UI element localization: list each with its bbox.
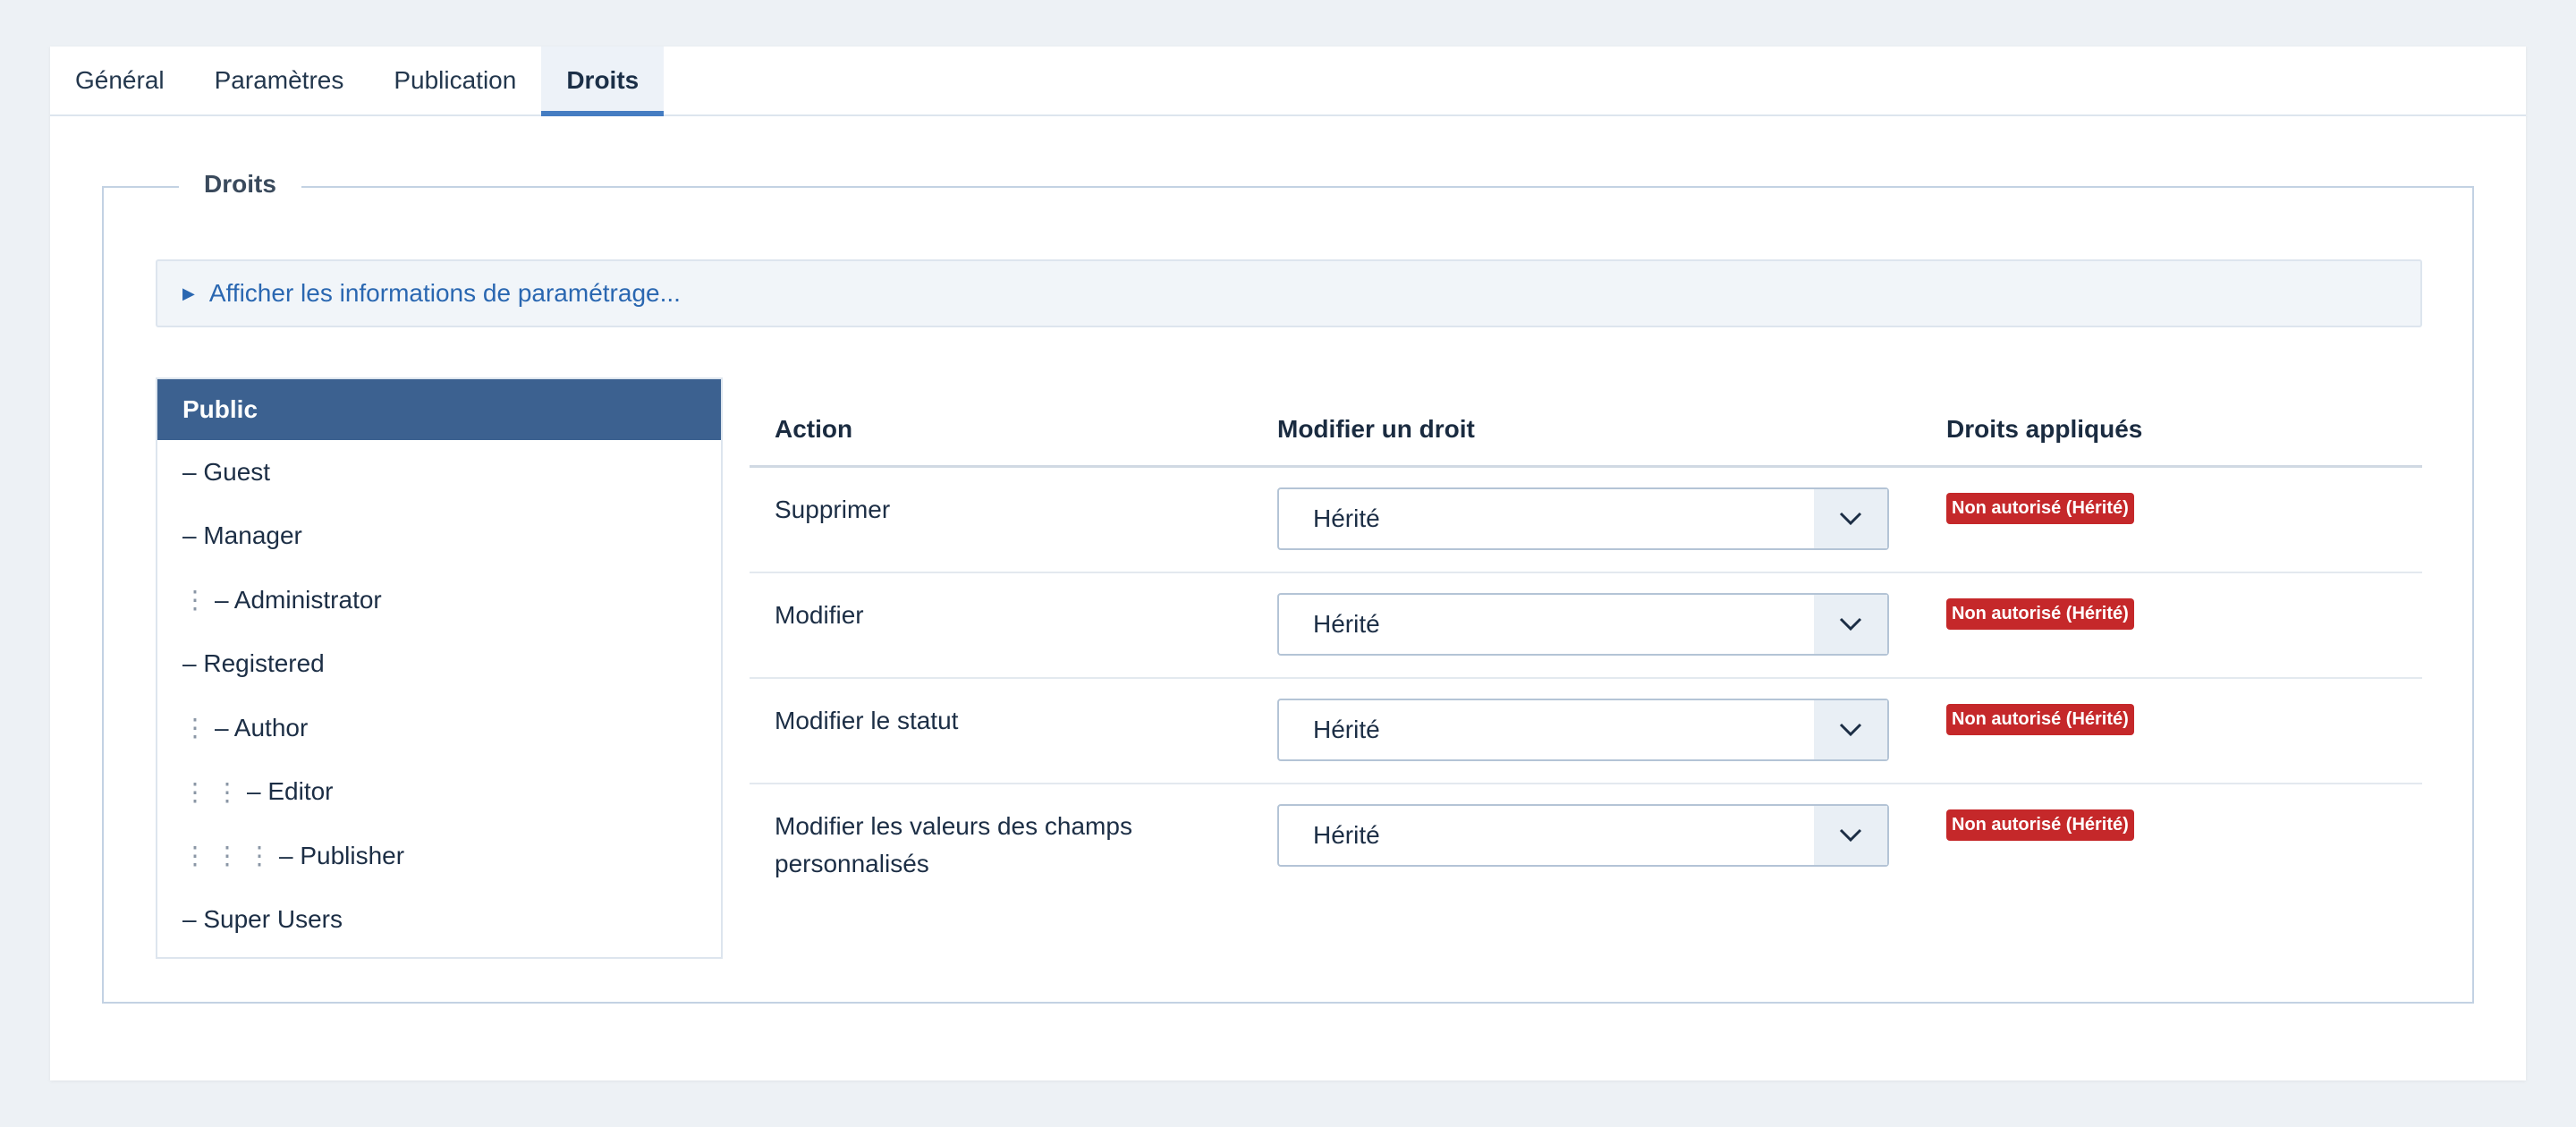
select-value: Hérité bbox=[1313, 821, 1380, 849]
chevron-down-icon bbox=[1814, 489, 1887, 548]
group-item-guest[interactable]: – Guest bbox=[157, 440, 721, 504]
status-badge: Non autorisé (Hérité) bbox=[1946, 809, 2134, 841]
setting-cell: Hérité bbox=[1252, 678, 1921, 784]
action-label: Modifier les valeurs des champs personna… bbox=[775, 812, 1132, 877]
vertical-dots-icon: ⋮ bbox=[182, 777, 208, 806]
group-item-editor[interactable]: ⋮ ⋮ – Editor bbox=[157, 760, 721, 825]
applied-cell: Non autorisé (Hérité) bbox=[1921, 466, 2422, 573]
table-row: Modifier le statut Hérité Non autorisé (… bbox=[750, 678, 2422, 784]
column-header-action: Action bbox=[750, 394, 1252, 468]
group-label: – Registered bbox=[182, 649, 325, 678]
chevron-down-icon bbox=[1814, 806, 1887, 865]
action-cell: Supprimer bbox=[750, 466, 1252, 573]
triangle-right-icon: ▶ bbox=[182, 284, 195, 302]
vertical-dots-icon: ⋮ bbox=[215, 842, 240, 870]
group-label: – Editor bbox=[247, 777, 334, 806]
action-label: Modifier bbox=[775, 601, 864, 629]
group-label: – Publisher bbox=[279, 841, 405, 869]
tab-general[interactable]: Général bbox=[50, 47, 190, 114]
settings-info-toggle[interactable]: ▶ Afficher les informations de paramétra… bbox=[156, 259, 2422, 327]
action-cell: Modifier les valeurs des champs personna… bbox=[750, 784, 1252, 901]
setting-cell: Hérité bbox=[1252, 466, 1921, 573]
setting-cell: Hérité bbox=[1252, 572, 1921, 679]
rights-fieldset: Droits ▶ Afficher les informations de pa… bbox=[102, 170, 2474, 1004]
group-item-registered[interactable]: – Registered bbox=[157, 632, 721, 697]
tab-bar: Général Paramètres Publication Droits bbox=[50, 47, 2526, 116]
permission-select[interactable]: Hérité bbox=[1277, 593, 1889, 656]
group-label: – Super Users bbox=[182, 905, 343, 934]
group-label: – Author bbox=[215, 713, 309, 741]
user-group-list: Public – Guest – Manager ⋮ – Administrat… bbox=[156, 377, 723, 959]
group-label: – Administrator bbox=[215, 585, 382, 614]
tab-droits[interactable]: Droits bbox=[541, 47, 665, 116]
applied-cell: Non autorisé (Hérité) bbox=[1921, 572, 2422, 679]
tab-parametres[interactable]: Paramètres bbox=[190, 47, 369, 114]
permissions-table: Action Modifier un droit Droits appliqué… bbox=[750, 394, 2422, 901]
action-label: Modifier le statut bbox=[775, 707, 959, 734]
chevron-down-icon bbox=[1814, 700, 1887, 759]
status-badge: Non autorisé (Hérité) bbox=[1946, 493, 2134, 524]
group-item-public[interactable]: Public bbox=[157, 379, 721, 440]
vertical-dots-icon: ⋮ bbox=[182, 714, 208, 742]
group-label: – Manager bbox=[182, 521, 302, 550]
applied-cell: Non autorisé (Hérité) bbox=[1921, 678, 2422, 784]
status-badge: Non autorisé (Hérité) bbox=[1946, 704, 2134, 735]
chevron-down-icon bbox=[1814, 595, 1887, 654]
permission-select[interactable]: Hérité bbox=[1277, 487, 1889, 550]
setting-cell: Hérité bbox=[1252, 784, 1921, 901]
group-label: – Guest bbox=[182, 457, 271, 486]
column-header-modify: Modifier un droit bbox=[1252, 394, 1921, 468]
group-item-super-users[interactable]: – Super Users bbox=[157, 888, 721, 953]
select-value: Hérité bbox=[1313, 716, 1380, 743]
table-row: Supprimer Hérité Non autorisé (Hérité) bbox=[750, 466, 2422, 573]
settings-info-label: Afficher les informations de paramétrage… bbox=[208, 279, 681, 307]
group-label: Public bbox=[182, 395, 258, 423]
table-row: Modifier les valeurs des champs personna… bbox=[750, 784, 2422, 901]
permissions-card: Général Paramètres Publication Droits Dr… bbox=[50, 47, 2526, 1080]
column-header-applied: Droits appliqués bbox=[1921, 394, 2422, 468]
applied-cell: Non autorisé (Hérité) bbox=[1921, 784, 2422, 901]
fieldset-legend: Droits bbox=[179, 170, 301, 199]
group-item-author[interactable]: ⋮ – Author bbox=[157, 696, 721, 760]
group-item-publisher[interactable]: ⋮ ⋮ ⋮ – Publisher bbox=[157, 824, 721, 888]
permission-select[interactable]: Hérité bbox=[1277, 699, 1889, 761]
vertical-dots-icon: ⋮ bbox=[215, 777, 240, 806]
status-badge: Non autorisé (Hérité) bbox=[1946, 598, 2134, 630]
tab-publication[interactable]: Publication bbox=[369, 47, 541, 114]
select-value: Hérité bbox=[1313, 610, 1380, 638]
action-cell: Modifier le statut bbox=[750, 678, 1252, 784]
select-value: Hérité bbox=[1313, 504, 1380, 532]
action-cell: Modifier bbox=[750, 572, 1252, 679]
group-item-administrator[interactable]: ⋮ – Administrator bbox=[157, 568, 721, 632]
vertical-dots-icon: ⋮ bbox=[182, 842, 208, 870]
permission-select[interactable]: Hérité bbox=[1277, 804, 1889, 867]
vertical-dots-icon: ⋮ bbox=[182, 586, 208, 614]
table-row: Modifier Hérité Non autorisé (Hérité) bbox=[750, 572, 2422, 679]
group-item-manager[interactable]: – Manager bbox=[157, 504, 721, 569]
vertical-dots-icon: ⋮ bbox=[247, 842, 272, 870]
action-label: Supprimer bbox=[775, 496, 891, 523]
table-header-row: Action Modifier un droit Droits appliqué… bbox=[750, 394, 2422, 468]
